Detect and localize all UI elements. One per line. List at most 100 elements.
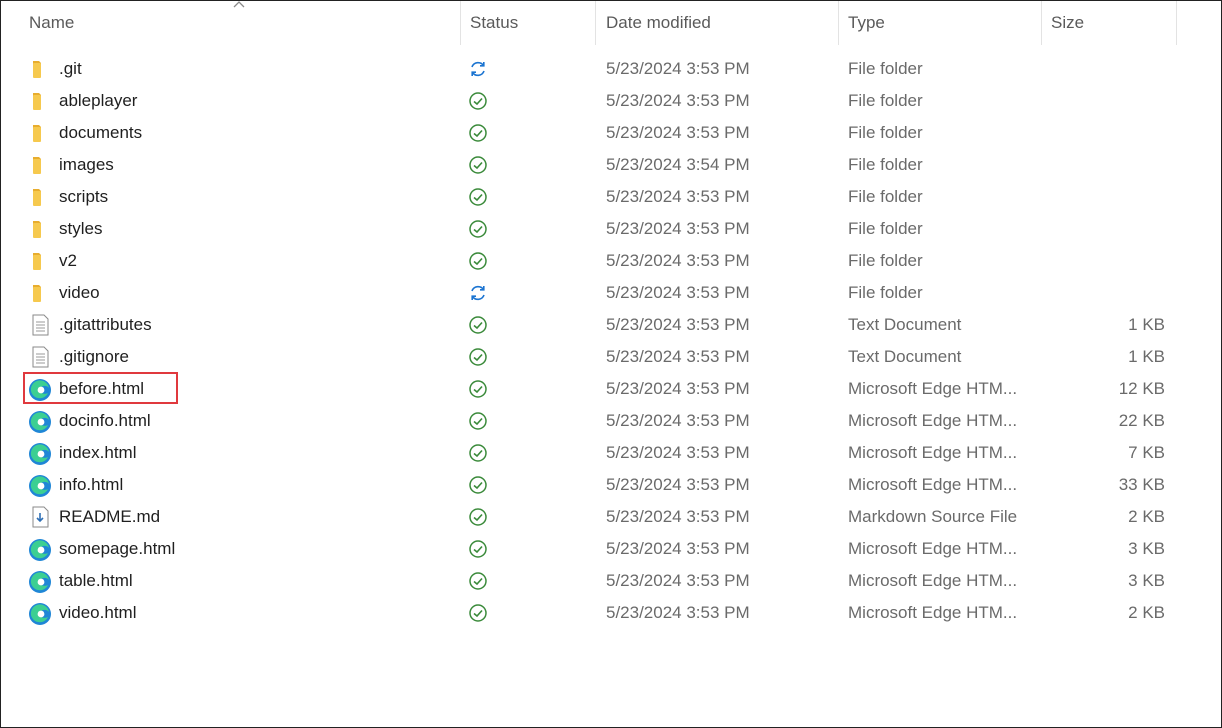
file-size: 22 KB: [1118, 411, 1165, 430]
file-date-modified: 5/23/2024 3:53 PM: [606, 251, 750, 270]
file-row[interactable]: before.html 5/23/2024 3:53 PM Microsoft …: [1, 372, 1221, 405]
file-size: 12 KB: [1118, 379, 1165, 398]
column-header-name[interactable]: Name: [29, 1, 74, 45]
file-name[interactable]: info.html: [59, 469, 123, 501]
folder-icon: [28, 154, 52, 176]
file-row[interactable]: info.html 5/23/2024 3:53 PM Microsoft Ed…: [1, 469, 1221, 501]
file-name[interactable]: .git: [59, 53, 82, 85]
column-header-date-modified[interactable]: Date modified: [606, 1, 711, 45]
file-size: 3 KB: [1128, 539, 1165, 558]
file-size: 3 KB: [1128, 571, 1165, 590]
file-date-modified: 5/23/2024 3:53 PM: [606, 571, 750, 590]
column-divider[interactable]: [1041, 1, 1042, 45]
file-date-modified: 5/23/2024 3:53 PM: [606, 123, 750, 142]
file-date-modified: 5/23/2024 3:53 PM: [606, 539, 750, 558]
file-name[interactable]: scripts: [59, 181, 108, 213]
file-row[interactable]: ableplayer 5/23/2024 3:53 PM File folder: [1, 85, 1221, 117]
file-name[interactable]: README.md: [59, 501, 160, 533]
file-size: 2 KB: [1128, 603, 1165, 622]
file-type: Microsoft Edge HTM...: [848, 539, 1018, 558]
file-size: 33 KB: [1118, 475, 1165, 494]
file-name[interactable]: video.html: [59, 597, 136, 629]
file-type: File folder: [848, 283, 923, 302]
synced-status-icon: [468, 155, 488, 175]
edge-icon: [28, 602, 52, 625]
file-row[interactable]: scripts 5/23/2024 3:53 PM File folder: [1, 181, 1221, 213]
edge-icon: [28, 474, 52, 497]
file-name[interactable]: video: [59, 277, 100, 309]
file-name[interactable]: before.html: [59, 373, 144, 405]
file-row[interactable]: .gitattributes 5/23/2024 3:53 PM Text Do…: [1, 309, 1221, 341]
file-type: Microsoft Edge HTM...: [848, 603, 1018, 622]
file-type: Markdown Source File: [848, 507, 1018, 526]
synced-status-icon: [468, 347, 488, 367]
file-name[interactable]: v2: [59, 245, 77, 277]
column-divider[interactable]: [838, 1, 839, 45]
file-size: [1071, 149, 1165, 181]
folder-icon: [28, 122, 52, 144]
file-name[interactable]: .gitignore: [59, 341, 129, 373]
file-row[interactable]: somepage.html 5/23/2024 3:53 PM Microsof…: [1, 533, 1221, 565]
file-date-modified: 5/23/2024 3:53 PM: [606, 347, 750, 366]
file-size: [1071, 181, 1165, 213]
file-date-modified: 5/23/2024 3:53 PM: [606, 379, 750, 398]
edge-icon: [28, 570, 52, 593]
file-type: Microsoft Edge HTM...: [848, 571, 1018, 590]
file-row[interactable]: v2 5/23/2024 3:53 PM File folder: [1, 245, 1221, 277]
file-size: [1071, 245, 1165, 277]
column-header-status[interactable]: Status: [470, 1, 518, 45]
file-date-modified: 5/23/2024 3:53 PM: [606, 411, 750, 430]
text-document-icon: [28, 346, 52, 368]
file-row[interactable]: index.html 5/23/2024 3:53 PM Microsoft E…: [1, 437, 1221, 469]
column-header-bar: Name Status Date modified Type Size: [1, 1, 1221, 45]
file-row[interactable]: .git 5/23/2024 3:53 PM File folder: [1, 53, 1221, 85]
file-name[interactable]: docinfo.html: [59, 405, 151, 437]
file-row[interactable]: images 5/23/2024 3:54 PM File folder: [1, 149, 1221, 181]
file-size: 2 KB: [1128, 507, 1165, 526]
file-type: File folder: [848, 251, 923, 270]
file-type: Microsoft Edge HTM...: [848, 379, 1018, 398]
synced-status-icon: [468, 603, 488, 623]
file-type: Microsoft Edge HTM...: [848, 411, 1018, 430]
markdown-document-icon: [28, 506, 52, 528]
file-row[interactable]: video.html 5/23/2024 3:53 PM Microsoft E…: [1, 597, 1221, 629]
file-row[interactable]: video 5/23/2024 3:53 PM File folder: [1, 277, 1221, 309]
column-header-size[interactable]: Size: [1051, 1, 1084, 45]
file-name[interactable]: .gitattributes: [59, 309, 152, 341]
synced-status-icon: [468, 539, 488, 559]
file-type: File folder: [848, 219, 923, 238]
file-row[interactable]: table.html 5/23/2024 3:53 PM Microsoft E…: [1, 565, 1221, 597]
file-type: File folder: [848, 59, 923, 78]
file-row[interactable]: README.md 5/23/2024 3:53 PM Markdown Sou…: [1, 501, 1221, 533]
file-name[interactable]: ableplayer: [59, 85, 137, 117]
file-list: .git 5/23/2024 3:53 PM File folder ablep…: [1, 53, 1221, 629]
file-name[interactable]: documents: [59, 117, 142, 149]
column-divider[interactable]: [595, 1, 596, 45]
file-name[interactable]: images: [59, 149, 114, 181]
file-name[interactable]: table.html: [59, 565, 133, 597]
file-row[interactable]: docinfo.html 5/23/2024 3:53 PM Microsoft…: [1, 405, 1221, 437]
file-row[interactable]: styles 5/23/2024 3:53 PM File folder: [1, 213, 1221, 245]
synced-status-icon: [468, 219, 488, 239]
folder-icon: [28, 90, 52, 112]
file-size: [1071, 213, 1165, 245]
column-divider[interactable]: [460, 1, 461, 45]
edge-icon: [28, 538, 52, 561]
file-row[interactable]: .gitignore 5/23/2024 3:53 PM Text Docume…: [1, 341, 1221, 373]
edge-icon: [28, 442, 52, 465]
column-divider[interactable]: [1176, 1, 1177, 45]
folder-icon: [28, 58, 52, 80]
file-type: File folder: [848, 123, 923, 142]
file-type: Text Document: [848, 315, 962, 334]
file-row[interactable]: documents 5/23/2024 3:53 PM File folder: [1, 117, 1221, 149]
column-header-type[interactable]: Type: [848, 1, 885, 45]
file-type: Text Document: [848, 347, 962, 366]
file-size: [1071, 53, 1165, 85]
file-name[interactable]: index.html: [59, 437, 136, 469]
file-name[interactable]: styles: [59, 213, 102, 245]
synced-status-icon: [468, 475, 488, 495]
file-date-modified: 5/23/2024 3:53 PM: [606, 283, 750, 302]
synced-status-icon: [468, 379, 488, 399]
file-size: [1071, 277, 1165, 309]
file-name[interactable]: somepage.html: [59, 533, 175, 565]
